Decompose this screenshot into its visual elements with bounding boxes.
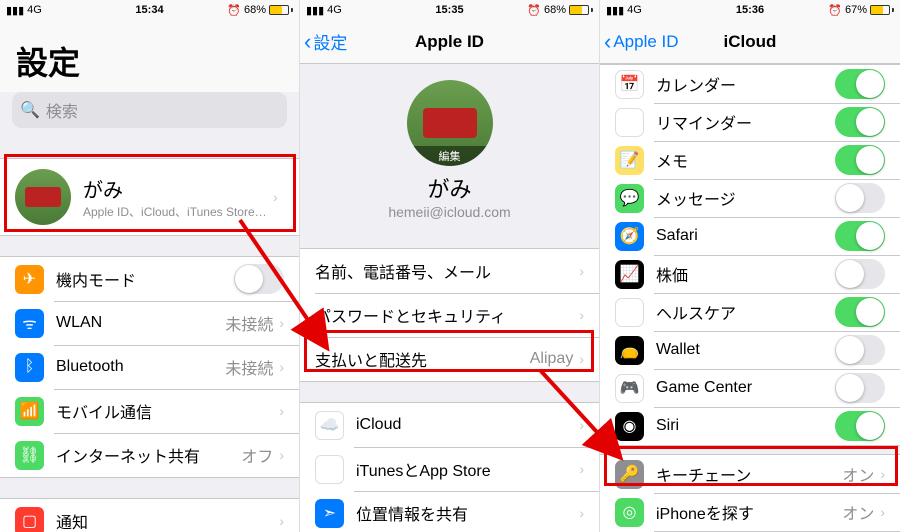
battery-icon [870,5,894,15]
account-name: がみ [300,172,599,204]
row-notifications[interactable]: ▢ 通知 › [0,499,299,532]
row-share-location[interactable]: ➣ 位置情報を共有 › [300,491,599,532]
alarm-icon: ⏰ [527,4,541,17]
row-stocks[interactable]: 📈 株価 [600,255,900,293]
notes-toggle[interactable] [835,145,885,175]
chevron-right-icon: › [279,359,284,375]
chevron-right-icon: › [579,263,584,279]
nav-bar: ‹設定 Apple ID [300,20,599,64]
arrow-2 [530,360,630,470]
findmy-icon: ◎ [615,498,644,527]
location-icon: ➣ [315,499,344,528]
alarm-icon: ⏰ [227,4,241,17]
row-safari[interactable]: 🧭 Safari [600,217,900,255]
row-calendar[interactable]: 📅 カレンダー [600,65,900,103]
carrier: 4G [27,4,42,16]
account-email: hemeii@icloud.com [300,204,599,220]
row-health[interactable]: ❤ ヘルスケア [600,293,900,331]
edit-avatar-label[interactable]: 編集 [407,146,493,166]
row-reminders[interactable]: ☑ リマインダー [600,103,900,141]
alarm-icon: ⏰ [828,4,842,17]
status-bar: ▮▮▮4G 15:35 ⏰68% [300,0,599,20]
appstore-icon: Ⓐ [315,455,344,484]
battery-icon [569,5,593,15]
battery-icon [269,5,293,15]
calendar-toggle[interactable] [835,69,885,99]
calendar-icon: 📅 [615,70,644,99]
row-notes[interactable]: 📝 メモ [600,141,900,179]
back-button[interactable]: ‹Apple ID [600,29,679,55]
chevron-left-icon: ‹ [304,29,311,55]
chevron-right-icon: › [579,307,584,323]
cellular-icon: 📶 [15,397,44,426]
airplane-icon: ✈ [15,265,44,294]
signal-icon: ▮▮▮ [606,4,624,17]
row-game-center[interactable]: 🎮 Game Center [600,369,900,407]
stocks-toggle[interactable] [835,259,885,289]
siri-toggle[interactable] [835,411,885,441]
row-cellular[interactable]: 📶 モバイル通信 › [0,389,299,433]
search-placeholder: 検索 [46,98,78,122]
safari-icon: 🧭 [615,222,644,251]
carrier: 4G [327,4,342,16]
notes-icon: 📝 [615,146,644,175]
bluetooth-icon: ᛒ [15,353,44,382]
carrier: 4G [627,4,642,16]
notifications-icon: ▢ [15,507,44,532]
health-toggle[interactable] [835,297,885,327]
chevron-right-icon: › [279,513,284,529]
search-icon: 🔍 [20,100,40,120]
battery-pct: 68% [244,4,266,16]
arrow-1 [230,210,340,360]
avatar[interactable]: 編集 [407,80,493,166]
row-name-phone-email[interactable]: 名前、電話番号、メール › [300,249,599,293]
row-siri[interactable]: ◉ Siri [600,407,900,445]
status-bar: ▮▮▮4G 15:36 ⏰67% [600,0,900,20]
gamecenter-toggle[interactable] [835,373,885,403]
row-wallet[interactable]: 👝 Wallet [600,331,900,369]
messages-icon: 💬 [615,184,644,213]
highlight-find-my-iphone [604,446,898,486]
safari-toggle[interactable] [835,221,885,251]
messages-toggle[interactable] [835,183,885,213]
status-bar: ▮▮▮4G 15:34 ⏰68% [0,0,299,20]
stocks-icon: 📈 [615,260,644,289]
health-icon: ❤ [615,298,644,327]
signal-icon: ▮▮▮ [306,4,324,17]
hotspot-icon: ⛓ [15,441,44,470]
wifi-icon: ᯤ [15,309,44,338]
clock: 15:34 [135,4,163,16]
clock: 15:36 [736,4,764,16]
nav-bar: ‹Apple ID iCloud [600,20,900,64]
reminders-toggle[interactable] [835,107,885,137]
page-title: 設定 [0,20,299,92]
row-messages[interactable]: 💬 メッセージ [600,179,900,217]
chevron-right-icon: › [579,505,584,521]
chevron-left-icon: ‹ [604,29,611,55]
back-button[interactable]: ‹設定 [300,29,347,55]
row-hotspot[interactable]: ⛓ インターネット共有 オフ › [0,433,299,477]
reminders-icon: ☑ [615,108,644,137]
signal-icon: ▮▮▮ [6,4,24,17]
battery-pct: 68% [544,4,566,16]
chevron-right-icon: › [279,447,284,463]
chevron-right-icon: › [279,403,284,419]
chevron-right-icon: › [880,504,885,520]
clock: 15:35 [435,4,463,16]
row-find-my-iphone[interactable]: ◎ iPhoneを探す オン › [600,493,900,531]
battery-pct: 67% [845,4,867,16]
icloud-icon: ☁️ [315,411,344,440]
apple-id-header: 編集 がみ hemeii@icloud.com [300,64,599,228]
wallet-toggle[interactable] [835,335,885,365]
search-input[interactable]: 🔍 検索 [12,92,287,128]
